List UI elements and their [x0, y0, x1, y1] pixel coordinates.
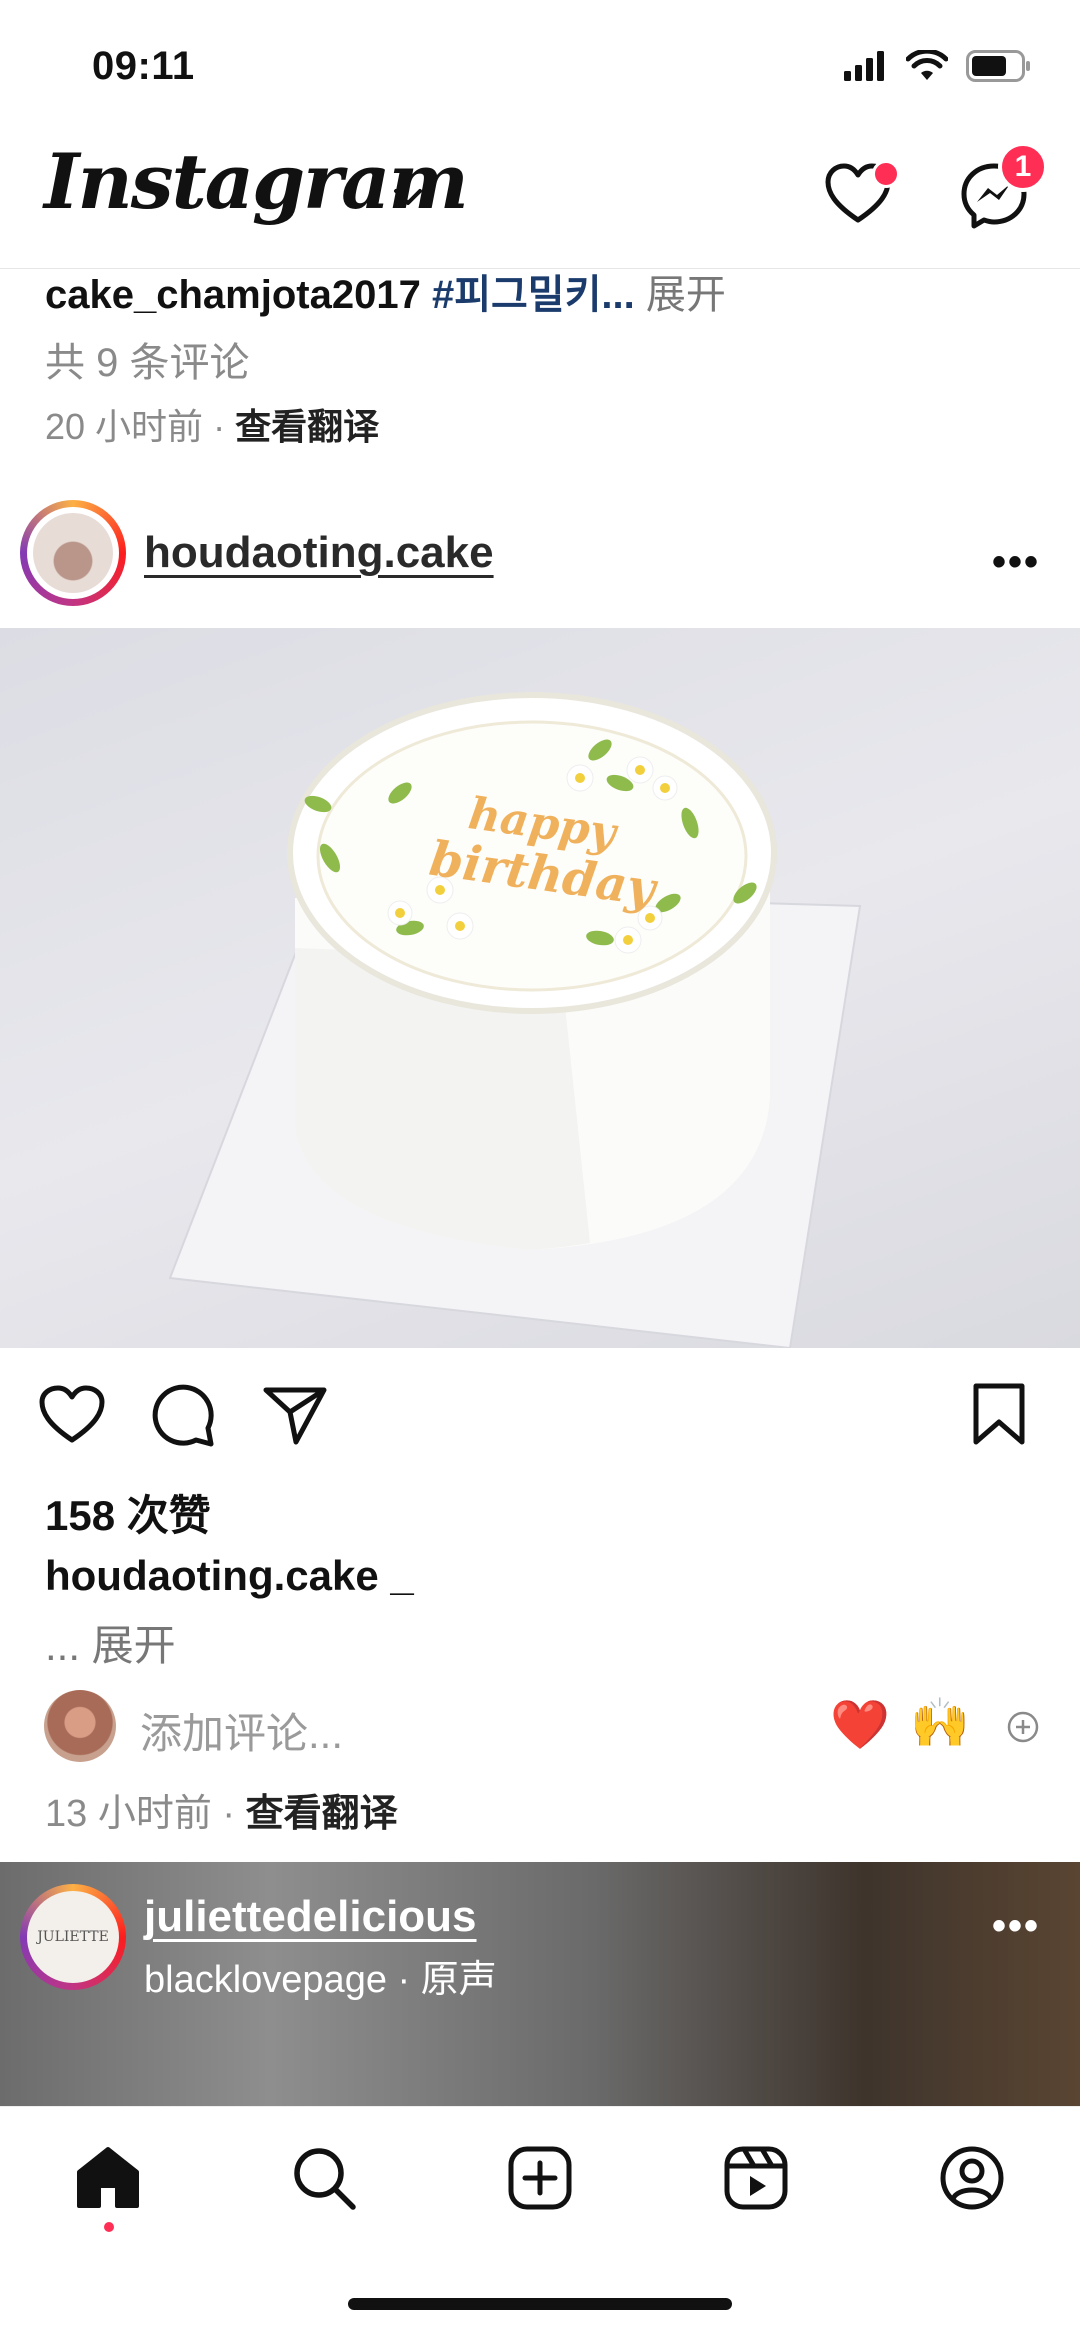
prev-post-comments-link[interactable]: 共 9 条评论 [45, 330, 249, 388]
post-username[interactable]: houdaoting.cake [144, 528, 494, 578]
plus-square-icon [508, 2146, 572, 2210]
search-icon [294, 2148, 356, 2210]
status-icons [844, 50, 1032, 82]
prev-post-username[interactable]: cake_chamjota2017 [45, 273, 421, 317]
like-count[interactable]: 158 次赞 [45, 1482, 211, 1543]
reel-username[interactable]: juliettedelicious [144, 1892, 477, 1942]
post-translate[interactable]: 查看翻译 [246, 1793, 398, 1835]
signal-icon [844, 51, 884, 81]
instagram-logo[interactable]: Instagram [44, 144, 469, 220]
home-indicator[interactable] [348, 2298, 732, 2310]
post-meta: 13 小时前 · 查看翻译 [45, 1782, 398, 1837]
message-badge: 1 [998, 142, 1048, 192]
wifi-icon [906, 50, 948, 80]
quick-reaction-raised-hands[interactable]: 🙌 [910, 1694, 970, 1751]
add-reaction-icon[interactable] [1006, 1710, 1040, 1744]
post-image[interactable]: happy birthday [0, 628, 1080, 1348]
prev-post-meta: 20 小时前 · 查看翻译 [45, 398, 379, 450]
tab-reels[interactable] [716, 2138, 796, 2218]
reel-avatar[interactable]: JULIETTE [27, 1891, 119, 1983]
post-avatar[interactable] [33, 513, 113, 593]
separator-dot: · [213, 406, 226, 447]
reels-icon [724, 2146, 788, 2210]
comment-icon[interactable] [150, 1382, 216, 1448]
status-time: 09:11 [92, 44, 195, 88]
quick-reaction-heart[interactable]: ❤️ [830, 1696, 890, 1753]
home-active-dot [104, 2222, 114, 2232]
caption-expand[interactable]: ... 展开 [45, 1612, 176, 1673]
tab-search[interactable] [284, 2138, 364, 2218]
home-icon [77, 2147, 139, 2208]
tab-create[interactable] [500, 2138, 580, 2218]
add-comment-input[interactable]: 添加评论... [140, 1700, 343, 1761]
caption-username[interactable]: houdaoting.cake _ [45, 1552, 414, 1600]
battery-icon [966, 50, 1030, 82]
like-heart-icon[interactable] [38, 1384, 106, 1446]
prev-post-expand[interactable]: 展开 [646, 273, 726, 317]
post-time: 13 小时前 [45, 1793, 212, 1835]
prev-post-time: 20 小时前 [45, 406, 204, 447]
cake-illustration: happy birthday [168, 692, 862, 1348]
more-options-icon[interactable]: ••• [992, 540, 1040, 585]
separator-dot: · [222, 1793, 236, 1835]
share-icon[interactable] [262, 1384, 328, 1446]
reel-more-options-icon[interactable]: ••• [992, 1904, 1040, 1949]
prev-post-caption: cake_chamjota2017 #피그밀키... 展开 [45, 262, 726, 320]
tab-profile[interactable] [932, 2138, 1012, 2218]
tab-home[interactable] [68, 2138, 148, 2218]
prev-post-hashtag[interactable]: #피그밀키... [432, 273, 635, 317]
chevron-down-icon[interactable] [392, 186, 424, 208]
reel-audio[interactable]: blacklovepage · 原声 [144, 1948, 497, 2003]
user-avatar [44, 1690, 116, 1762]
profile-icon [940, 2146, 1004, 2210]
prev-post-translate[interactable]: 查看翻译 [235, 406, 379, 447]
bookmark-icon[interactable] [972, 1382, 1026, 1446]
activity-dot [872, 160, 900, 188]
